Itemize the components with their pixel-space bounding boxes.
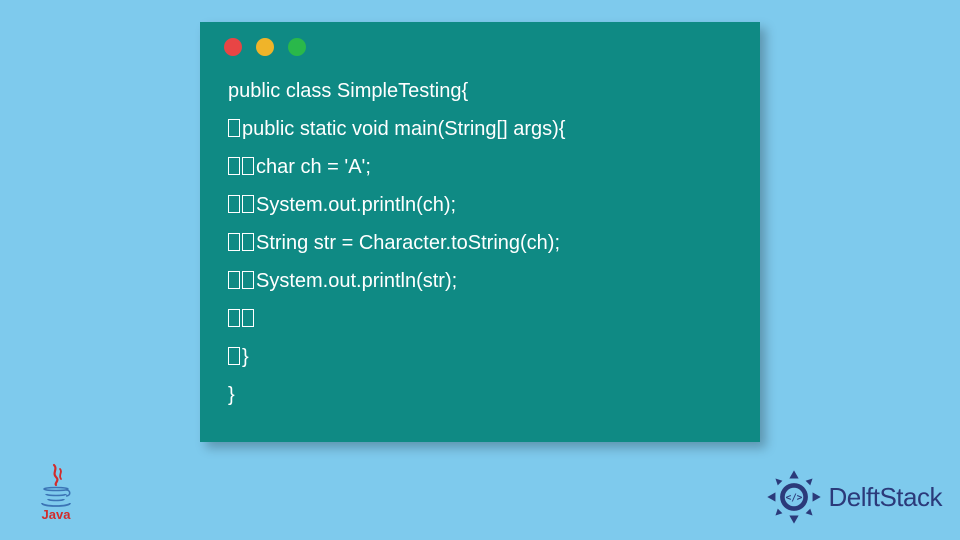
- code-text: String str = Character.toString(ch);: [256, 232, 560, 254]
- svg-text:</>: </>: [785, 492, 802, 503]
- indent-box-icon: [228, 347, 240, 365]
- delftstack-label: DelftStack: [829, 482, 943, 513]
- code-line: [228, 300, 732, 338]
- java-label: Java: [42, 507, 71, 522]
- code-text: char ch = 'A';: [256, 156, 371, 178]
- delftstack-logo: </> DelftStack: [765, 468, 943, 526]
- indent-box-icon: [228, 157, 240, 175]
- indent-box-icon: [228, 119, 240, 137]
- code-text: System.out.println(ch);: [256, 194, 456, 216]
- code-line: public static void main(String[] args){: [228, 110, 732, 148]
- code-text: }: [242, 346, 249, 368]
- code-text: public static void main(String[] args){: [242, 118, 565, 140]
- indent-box-icon: [242, 233, 254, 251]
- delftstack-badge-icon: </>: [765, 468, 823, 526]
- indent-box-icon: [228, 233, 240, 251]
- java-cup-icon: [38, 461, 74, 509]
- indent-box-icon: [228, 271, 240, 289]
- code-line: System.out.println(str);: [228, 262, 732, 300]
- indent-box-icon: [242, 195, 254, 213]
- code-text: System.out.println(str);: [256, 270, 457, 292]
- code-area: public class SimpleTesting{ public static…: [200, 64, 760, 434]
- close-dot-icon: [224, 38, 242, 56]
- minimize-dot-icon: [256, 38, 274, 56]
- indent-box-icon: [228, 309, 240, 327]
- code-line: System.out.println(ch);: [228, 186, 732, 224]
- indent-box-icon: [242, 157, 254, 175]
- code-line: }: [228, 338, 732, 376]
- code-line: char ch = 'A';: [228, 148, 732, 186]
- indent-box-icon: [242, 271, 254, 289]
- java-logo: Java: [38, 461, 74, 522]
- code-line: public class SimpleTesting{: [228, 72, 732, 110]
- window-titlebar: [200, 22, 760, 64]
- code-line: String str = Character.toString(ch);: [228, 224, 732, 262]
- code-text: }: [228, 384, 235, 406]
- maximize-dot-icon: [288, 38, 306, 56]
- indent-box-icon: [228, 195, 240, 213]
- code-text: public class SimpleTesting{: [228, 80, 468, 102]
- code-line: }: [228, 376, 732, 414]
- indent-box-icon: [242, 309, 254, 327]
- code-window: public class SimpleTesting{ public static…: [200, 22, 760, 442]
